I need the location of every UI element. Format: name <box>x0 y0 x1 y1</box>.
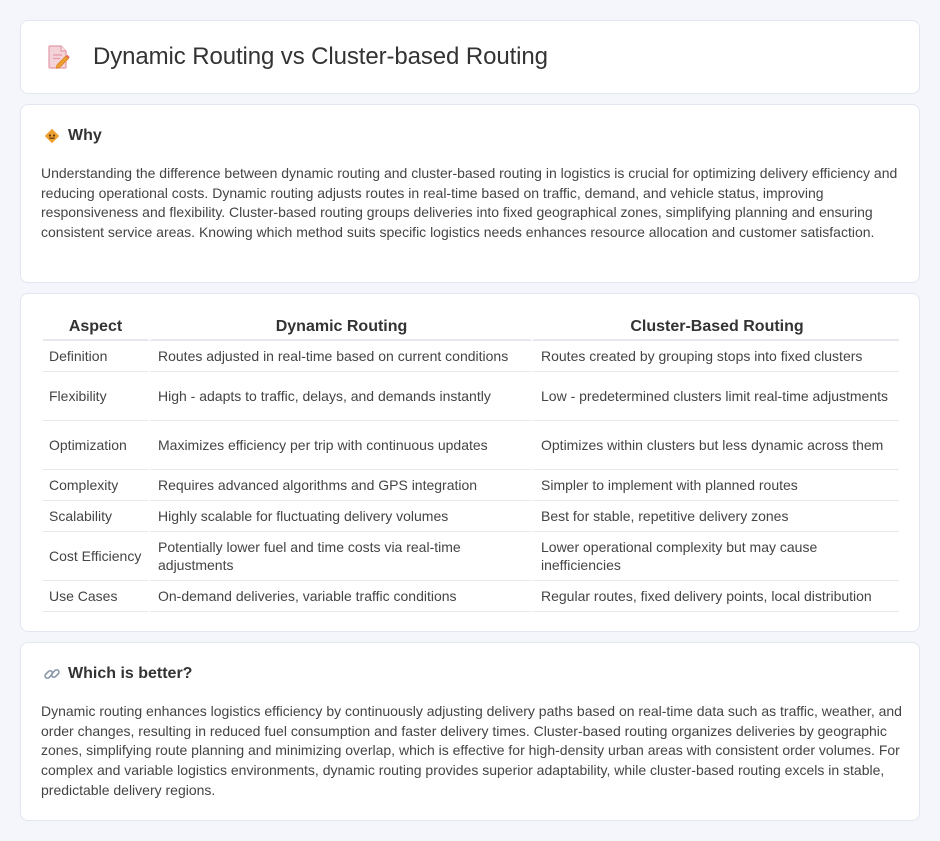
cluster-cell: Best for stable, repetitive delivery zon… <box>531 501 899 532</box>
dynamic-cell: Highly scalable for fluctuating delivery… <box>148 501 531 532</box>
dynamic-cell: Requires advanced algorithms and GPS int… <box>148 470 531 501</box>
dynamic-cell: On-demand deliveries, variable traffic c… <box>148 581 531 612</box>
cluster-cell: Optimizes within clusters but less dynam… <box>531 421 899 470</box>
dynamic-cell: Maximizes efficiency per trip with conti… <box>148 421 531 470</box>
table-row: Optimization Maximizes efficiency per tr… <box>43 421 899 470</box>
better-heading: Which is better? <box>43 665 192 683</box>
aspect-cell: Optimization <box>43 421 148 470</box>
table-row: Complexity Requires advanced algorithms … <box>43 470 899 501</box>
dynamic-cell: Routes adjusted in real-time based on cu… <box>148 341 531 372</box>
aspect-cell: Scalability <box>43 501 148 532</box>
table-row: Scalability Highly scalable for fluctuat… <box>43 501 899 532</box>
why-body: Understanding the difference between dyn… <box>41 165 898 241</box>
aspect-cell: Definition <box>43 341 148 372</box>
dynamic-cell: High - adapts to traffic, delays, and de… <box>148 372 531 421</box>
header-card: Dynamic Routing vs Cluster-based Routing <box>20 20 920 94</box>
aspect-cell: Complexity <box>43 470 148 501</box>
table-row: Cost Efficiency Potentially lower fuel a… <box>43 532 899 581</box>
aspect-cell: Flexibility <box>43 372 148 421</box>
document-edit-icon <box>47 43 71 71</box>
table-row: Use Cases On-demand deliveries, variable… <box>43 581 899 612</box>
table-row: Definition Routes adjusted in real-time … <box>43 341 899 372</box>
column-header-dynamic: Dynamic Routing <box>148 316 531 341</box>
column-header-aspect: Aspect <box>43 316 148 341</box>
comparison-section: Aspect Dynamic Routing Cluster-Based Rou… <box>20 293 920 632</box>
better-title: Which is better? <box>68 665 193 682</box>
cluster-cell: Regular routes, fixed delivery points, l… <box>531 581 899 612</box>
cluster-cell: Low - predetermined clusters limit real-… <box>531 372 899 421</box>
better-body: Dynamic routing enhances logistics effic… <box>41 703 902 798</box>
why-heading: Why <box>43 127 102 145</box>
link-icon <box>43 665 61 683</box>
aspect-cell: Use Cases <box>43 581 148 612</box>
cluster-cell: Routes created by grouping stops into fi… <box>531 341 899 372</box>
column-header-cluster: Cluster-Based Routing <box>531 316 899 341</box>
page-title: Dynamic Routing vs Cluster-based Routing <box>93 43 548 70</box>
which-is-better-section: Which is better? Dynamic routing enhance… <box>20 642 920 821</box>
aspect-cell: Cost Efficiency <box>43 532 148 581</box>
diamond-warning-icon <box>43 127 61 145</box>
table-header-row: Aspect Dynamic Routing Cluster-Based Rou… <box>43 316 899 341</box>
cluster-cell: Simpler to implement with planned routes <box>531 470 899 501</box>
comparison-table: Aspect Dynamic Routing Cluster-Based Rou… <box>43 316 899 612</box>
table-row: Flexibility High - adapts to traffic, de… <box>43 372 899 421</box>
dynamic-cell: Potentially lower fuel and time costs vi… <box>148 532 531 581</box>
why-section: Why Understanding the difference between… <box>20 104 920 283</box>
title-row: Dynamic Routing vs Cluster-based Routing <box>47 43 548 71</box>
cluster-cell: Lower operational complexity but may cau… <box>531 532 899 581</box>
why-title: Why <box>68 127 102 144</box>
